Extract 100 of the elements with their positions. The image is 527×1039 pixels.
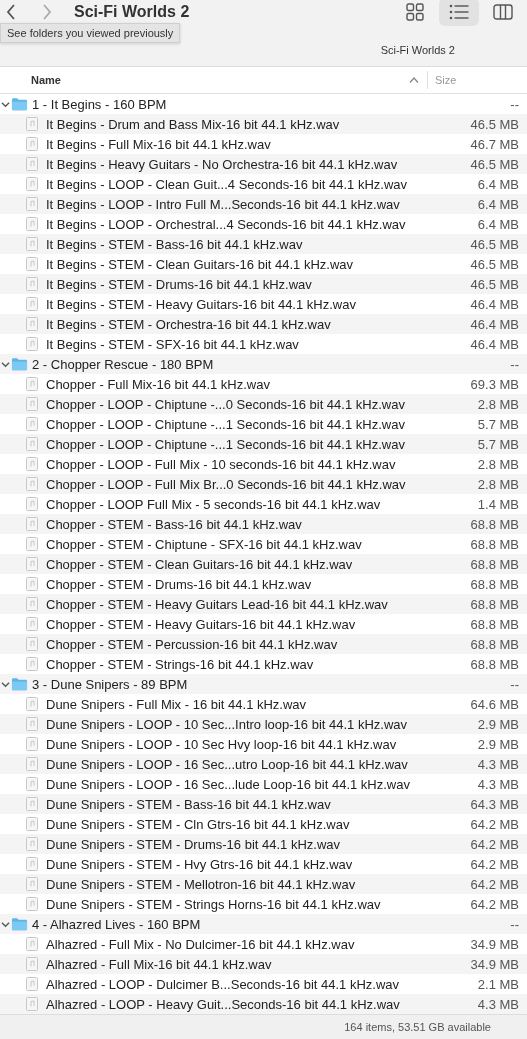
disclosure-icon[interactable] [1,99,10,109]
file-name[interactable]: Dune Snipers - STEM - Drums-16 bit 44.1 kHz.wav [46,836,341,852]
file-name[interactable]: Dune Snipers - LOOP - 10 Sec Hvy loop-16 bit 44.1 kHz.wav [46,736,397,752]
audio-file-icon [26,117,38,131]
column-header[interactable]: Name [0,71,428,89]
folder-name[interactable]: 1 - It Begins - 160 BPM [32,96,167,112]
file-name[interactable]: Dune Snipers - STEM - Hvy Gtrs-16 bit 44.1 kHz.wav [46,856,353,872]
file-name[interactable]: Dune Snipers - LOOP - 10 Sec...Intro loop-16 bit 44.1 kHz.wav [46,716,408,732]
file-name[interactable]: It Begins - LOOP - Clean Guit...4 Seconds-16 bit 44.1 kHz.wav [46,176,408,192]
disclosure-icon[interactable] [1,359,10,369]
window-title: Sci-Fi Worlds 2 [74,3,190,21]
file-size: 64.2 MB [470,816,519,832]
grid-icon [406,3,424,21]
audio-file-icon [26,557,38,571]
audio-file-icon [26,717,38,731]
file-name[interactable]: It Begins - STEM - Heavy Guitars-16 bit 44.1 kHz.wav [46,296,356,312]
file-name[interactable]: Chopper - LOOP - Full Mix Br...0 Seconds-16 bit 44.1 kHz.wav [46,476,406,492]
file-name[interactable]: Chopper - Full Mix-16 bit 44.1 kHz.wav [46,376,270,392]
file-name[interactable]: It Begins - LOOP - Intro Full M...Seconds-16 bit 44.1 kHz.wav [46,196,400,212]
audio-file-icon [26,697,38,711]
file-size: 46.4 MB [470,316,519,332]
file-name[interactable]: Chopper - STEM - Clean Guitars-16 bit 44.1 kHz.wav [46,556,353,572]
file-size: 6.4 MB [477,196,519,212]
disclosure-icon[interactable] [1,919,10,929]
file-name[interactable]: Dune Snipers - STEM - Mellotron-16 bit 44.1 kHz.wav [46,876,356,892]
file-size: 5.7 MB [477,436,519,452]
file-name[interactable]: Chopper - STEM - Percussion-16 bit 44.1 kHz.wav [46,636,338,652]
file-size: 64.2 MB [470,856,519,872]
list-icon [449,4,469,20]
file-name[interactable]: It Begins - Drum and Bass Mix-16 bit 44.1 kHz.wav [46,116,340,132]
file-size: 64.3 MB [470,796,519,812]
file-name[interactable]: Chopper - STEM - Heavy Guitars Lead-16 bit 44.1 kHz.wav [46,596,388,612]
file-size: 46.5 MB [470,236,519,252]
file-name[interactable]: Chopper - LOOP Full Mix - 5 seconds-16 bit 44.1 kHz.wav [46,496,381,512]
file-name[interactable]: Chopper - LOOP - Full Mix - 10 seconds-16 bit 44.1 kHz.wav [46,456,396,472]
file-name[interactable]: Dune Snipers - Full Mix - 16 bit 44.1 kHz.wav [46,696,307,712]
file-size: 46.5 MB [470,276,519,292]
file-name[interactable]: Chopper - LOOP - Chiptune -...0 Seconds-16 bit 44.1 kHz.wav [46,396,405,412]
file-name[interactable]: Chopper - LOOP - Chiptune -...1 Seconds-16 bit 44.1 kHz.wav [46,436,405,452]
audio-file-icon [26,177,38,191]
file-name[interactable]: Alhazred - LOOP - Heavy Guit...Seconds-16 bit 44.1 kHz.wav [46,996,400,1012]
audio-file-icon [26,637,38,651]
file-size: 68.8 MB [470,576,519,592]
file-name[interactable]: It Begins - STEM - Drums-16 bit 44.1 kHz.wav [46,276,312,292]
audio-file-icon [26,197,38,211]
file-name[interactable]: Dune Snipers - STEM - Cln Gtrs-16 bit 44.1 kHz.wav [46,816,350,832]
file-name[interactable]: Alhazred - Full Mix - No Dulcimer-16 bit 44.1 kHz.wav [46,936,355,952]
audio-file-icon [26,497,38,511]
file-name[interactable]: Alhazred - Full Mix-16 bit 44.1 kHz.wav [46,956,272,972]
audio-file-icon [26,837,38,851]
file-name[interactable]: Chopper - STEM - Chiptune - SFX-16 bit 44.1 kHz.wav [46,536,362,552]
file-name[interactable]: It Begins - STEM - SFX-16 bit 44.1 kHz.wav [46,336,299,352]
file-name[interactable]: Dune Snipers - STEM - Bass-16 bit 44.1 kHz.wav [46,796,331,812]
file-name[interactable]: Dune Snipers - LOOP - 16 Sec...lude Loop-16 bit 44.1 kHz.wav [46,776,410,792]
audio-file-icon [26,517,38,531]
folder-name[interactable]: 4 - Alhazred Lives - 160 BPM [32,916,201,932]
file-name[interactable]: It Begins - STEM - Orchestra-16 bit 44.1 kHz.wav [46,316,331,332]
file-name[interactable]: Alhazred - LOOP - Dulcimer B...Seconds-16 bit 44.1 kHz.wav [46,976,400,992]
file-size: 68.8 MB [470,596,519,612]
file-name[interactable]: It Begins - STEM - Clean Guitars-16 bit 44.1 kHz.wav [46,256,354,272]
file-name[interactable]: It Begins - LOOP - Orchestral...4 Seconds-16 bit 44.1 kHz.wav [46,216,406,232]
file-size: 68.8 MB [470,516,519,532]
file-name[interactable]: Dune Snipers - LOOP - 16 Sec...utro Loop-16 bit 44.1 kHz.wav [46,756,408,772]
file-name[interactable]: It Begins - Heavy Guitars - No Orchestra-16 bit 44.1 kHz.wav [46,156,398,172]
back-icon[interactable] [6,4,16,20]
file-size: 46.5 MB [470,116,519,132]
file-size: 64.6 MB [470,696,519,712]
file-size: 68.8 MB [470,636,519,652]
audio-file-icon [26,817,38,831]
columns-icon [493,4,513,20]
file-name[interactable]: Dune Snipers - STEM - Strings Horns-16 bit 44.1 kHz.wav [46,896,381,912]
file-size: 64.2 MB [470,876,519,892]
folder-name[interactable]: 2 - Chopper Rescue - 180 BPM [32,356,214,372]
file-name[interactable]: Chopper - LOOP - Chiptune -...1 Seconds-16 bit 44.1 kHz.wav [46,416,405,432]
file-size: 6.4 MB [477,216,519,232]
file-size: 64.2 MB [470,836,519,852]
folder-icon [11,677,28,691]
file-size: 2.8 MB [477,396,519,412]
audio-file-icon [26,277,38,291]
folder-icon [11,97,28,111]
audio-file-icon [26,457,38,471]
audio-file-icon [26,157,38,171]
file-name[interactable]: Chopper - STEM - Bass-16 bit 44.1 kHz.wav [46,516,302,532]
disclosure-icon[interactable] [1,679,10,689]
file-size: 46.7 MB [470,136,519,152]
folder-name[interactable]: 3 - Dune Snipers - 89 BPM [32,676,188,692]
file-size: 68.8 MB [470,556,519,572]
file-size: 1.4 MB [477,496,519,512]
file-name[interactable]: Chopper - STEM - Heavy Guitars-16 bit 44.1 kHz.wav [46,616,356,632]
file-name[interactable]: Chopper - STEM - Strings-16 bit 44.1 kHz.wav [46,656,314,672]
file-size: 4.3 MB [477,756,519,772]
file-size: 64.2 MB [470,896,519,912]
file-name[interactable]: It Begins - Full Mix-16 bit 44.1 kHz.wav [46,136,271,152]
list-view-button[interactable] [439,0,479,26]
file-name[interactable]: It Begins - STEM - Bass-16 bit 44.1 kHz.wav [46,236,303,252]
audio-file-icon [26,937,38,951]
file-name[interactable]: Chopper - STEM - Drums-16 bit 44.1 kHz.wav [46,576,312,592]
audio-file-icon [26,777,38,791]
folder-icon [11,917,28,931]
audio-file-icon [26,577,38,591]
